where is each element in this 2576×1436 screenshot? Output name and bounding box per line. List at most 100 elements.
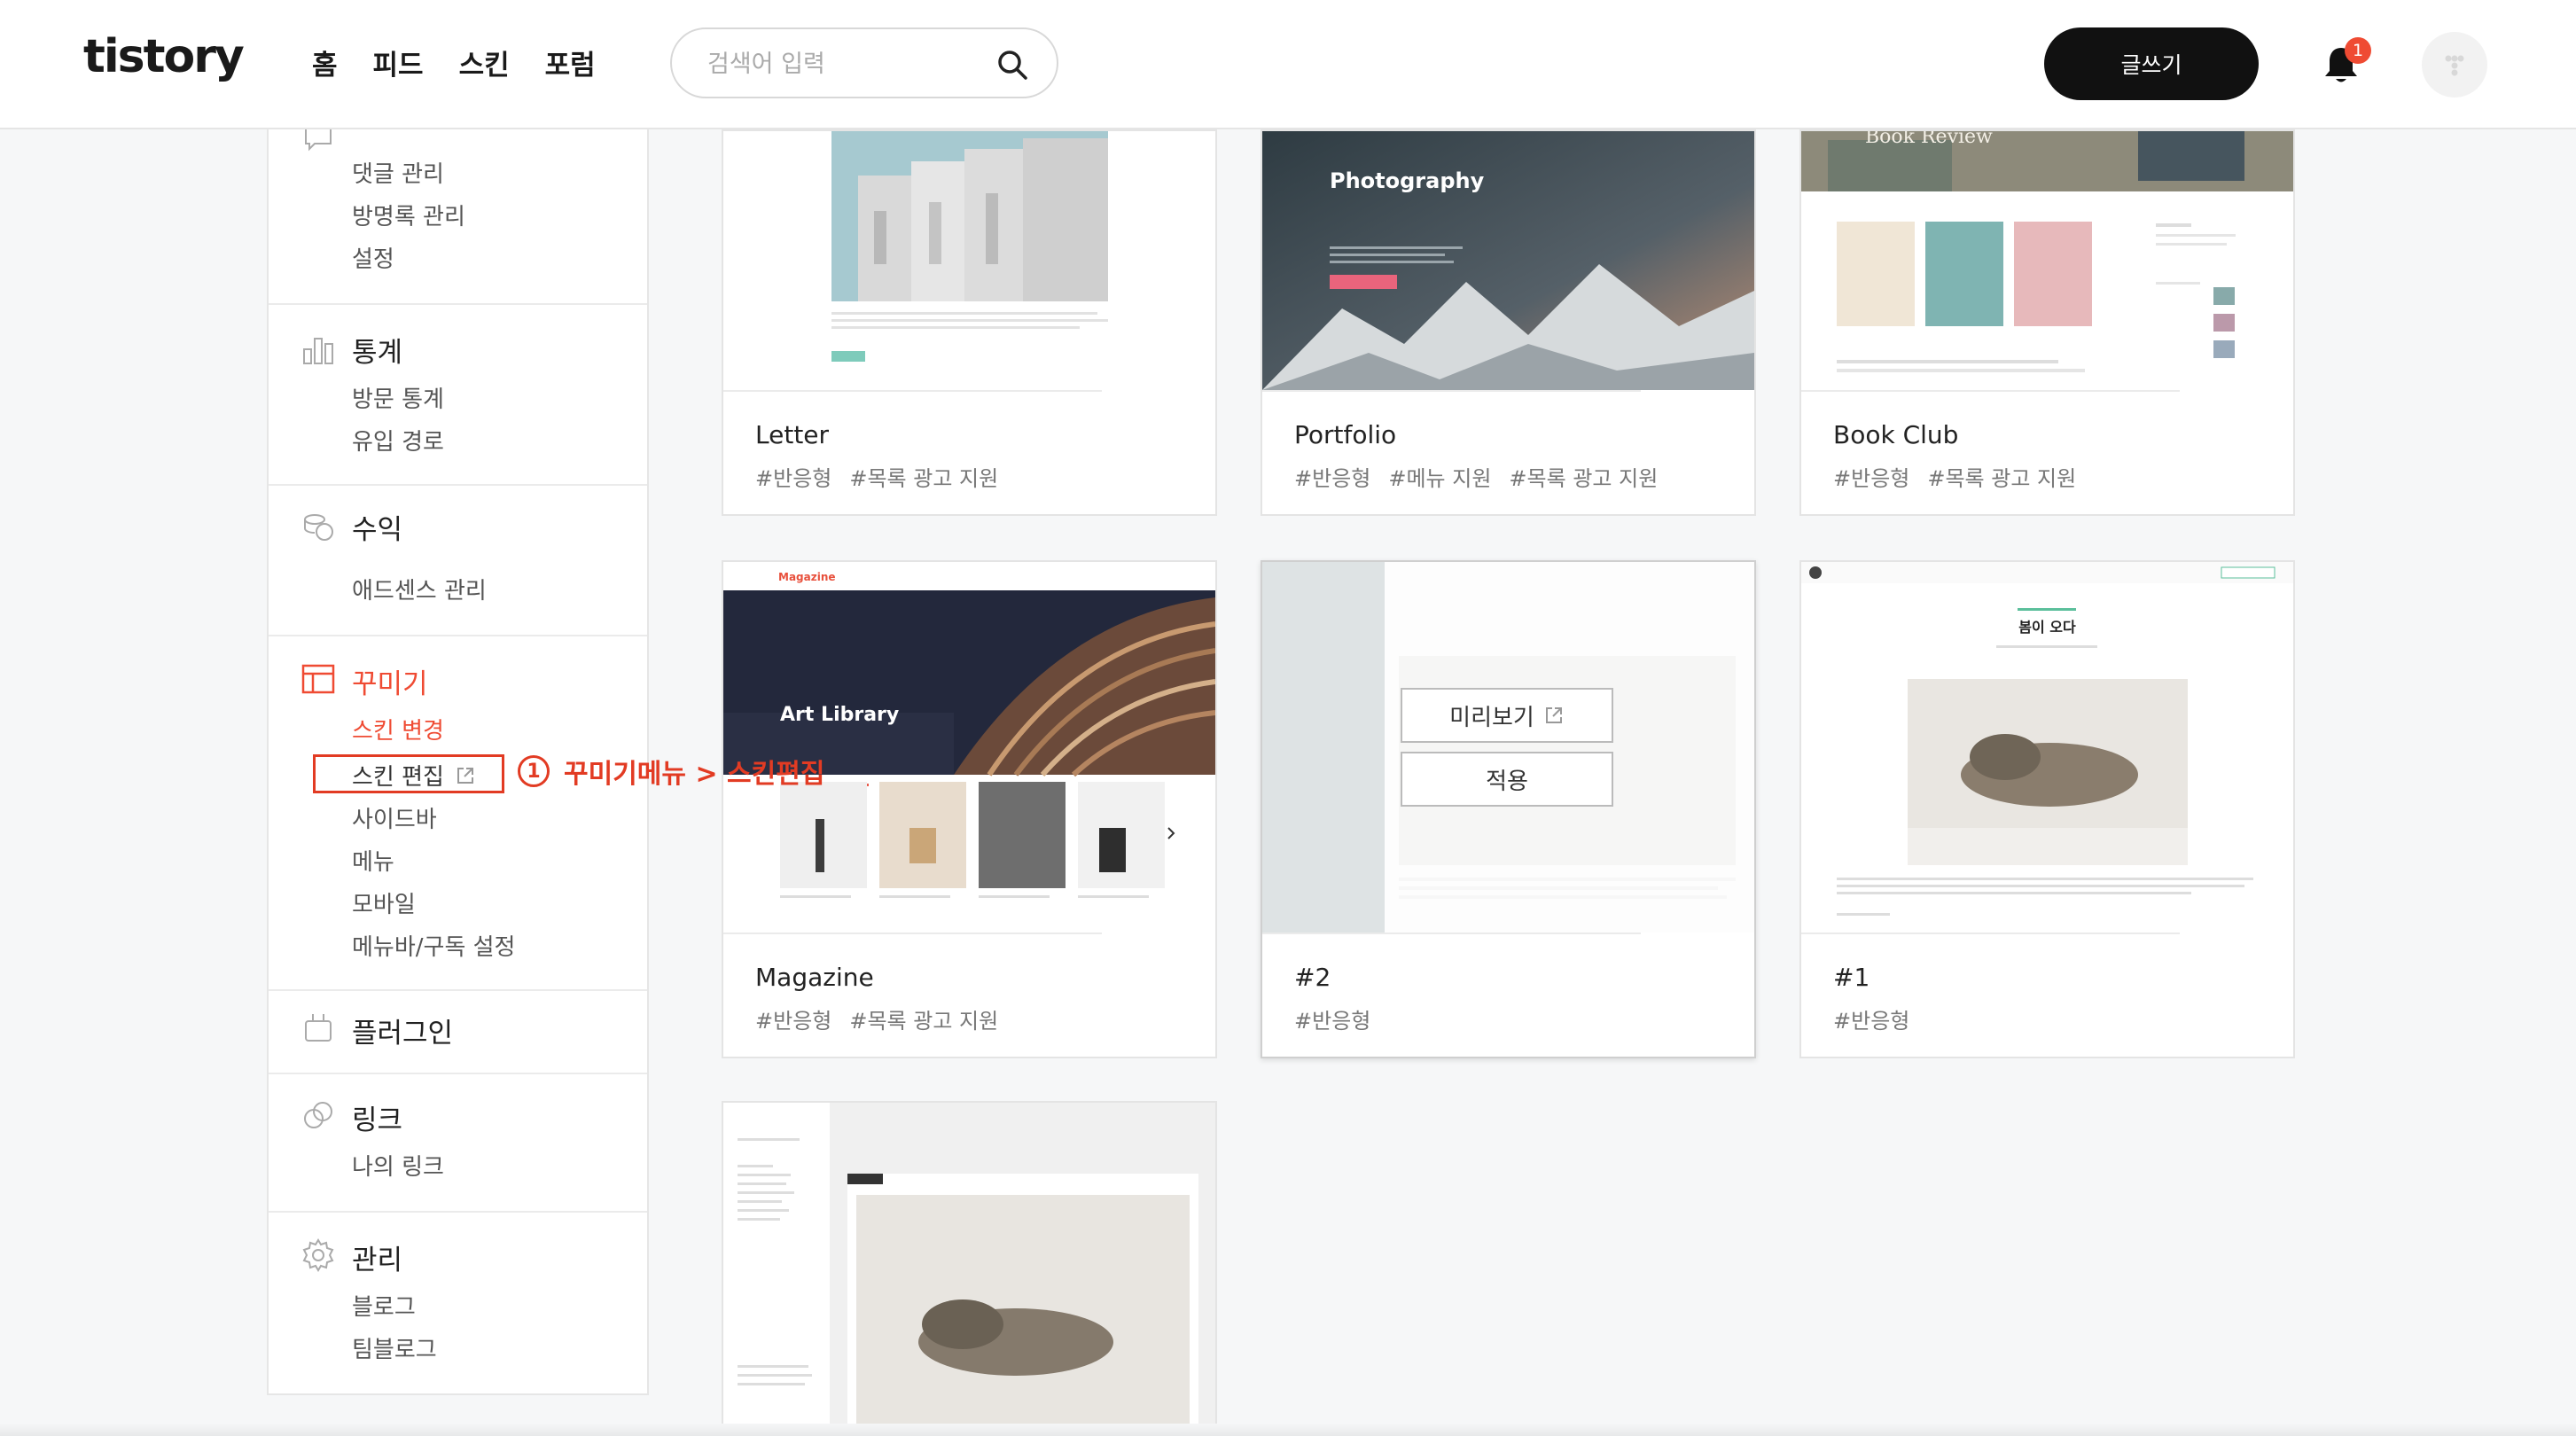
skin-card-2[interactable]: 미리보기 적용 #2 #반응형 [1261, 560, 1756, 1058]
nav-forum[interactable]: 포럼 [545, 43, 596, 82]
divider [269, 635, 647, 636]
skin-tag: #목록 광고 지원 [1927, 466, 2077, 491]
divider [1262, 390, 1641, 392]
skin-card-portfolio[interactable]: Photography Portfolio #반응형 #메뉴 지원 #목록 광고 지… [1261, 129, 1756, 516]
skin1-thumb-title: 봄이 오다 [2018, 619, 2076, 636]
divider [269, 484, 647, 486]
main-nav: 홈 피드 스킨 포럼 [312, 43, 596, 82]
skin-tag: #반응형 [1833, 1009, 1910, 1034]
skin-card-letter[interactable]: Letter #반응형 #목록 광고 지원 [722, 129, 1217, 516]
nav-skin[interactable]: 스킨 [459, 43, 510, 82]
skin-tags: #반응형 #목록 광고 지원 [755, 1003, 1016, 1034]
skin-edit-label: 스킨 편집 [352, 764, 444, 791]
skin-name: Magazine [755, 963, 874, 992]
top-header: tistory 홈 피드 스킨 포럼 글쓰기 1 [0, 0, 2576, 129]
skin-tags: #반응형 #목록 광고 지원 [1833, 461, 2094, 492]
sidebar-item-guestbook[interactable]: 방명록 관리 [352, 199, 465, 231]
write-button[interactable]: 글쓰기 [2044, 27, 2259, 100]
sidebar-item-settings[interactable]: 설정 [352, 241, 394, 274]
skin-tag: #반응형 [755, 1009, 832, 1034]
skin-tag: #반응형 [1294, 466, 1371, 491]
revenue-coin-icon [304, 514, 333, 541]
skin-tag: #반응형 [1294, 1009, 1371, 1034]
annotation-number: 1 [518, 755, 550, 787]
sidebar-item-skin-change[interactable]: 스킨 변경 [352, 713, 444, 745]
sidebar-group-plugin[interactable]: 플러그인 [352, 1011, 453, 1050]
avatar[interactable] [2422, 32, 2487, 98]
page-bottom-edge [0, 1424, 2576, 1436]
skin-tags: #반응형 [1833, 1003, 1927, 1034]
stats-chart-icon [303, 338, 333, 364]
sidebar-item-blog[interactable]: 블로그 [352, 1289, 416, 1322]
skin-thumbnail: Photography [1262, 131, 1754, 390]
skin-name: Portfolio [1294, 420, 1397, 449]
sidebar-group-stats[interactable]: 통계 [352, 330, 402, 370]
skin-thumbnail: Magazine Art Library [723, 562, 1215, 933]
sidebar-group-link[interactable]: 링크 [352, 1097, 402, 1137]
sidebar-item-comments[interactable]: 댓글 관리 [352, 156, 444, 189]
skin-thumbnail [1262, 562, 1754, 933]
sidebar-item-mobile[interactable]: 모바일 [352, 886, 416, 919]
annotation-text: 꾸미기메뉴 > 스킨편집 [564, 759, 825, 790]
apply-button[interactable]: 적용 [1401, 752, 1613, 807]
divider [269, 989, 647, 991]
magazine-thumb-brand: Magazine [778, 571, 836, 583]
skin-thumbnail [723, 1103, 1215, 1436]
plugin-icon [305, 1014, 332, 1042]
skin2-preview-image [1262, 562, 1754, 933]
skin-name: Letter [755, 420, 830, 449]
link-icon [304, 1102, 332, 1128]
nav-home[interactable]: 홈 [312, 43, 338, 82]
skin-card-1[interactable]: 봄이 오다 #1 #반응형 [1799, 560, 2295, 1058]
partial-preview-image [723, 1103, 1215, 1436]
external-link-icon [1545, 707, 1562, 723]
skin-tag: #반응형 [1833, 466, 1910, 491]
sidebar-item-visit-stats[interactable]: 방문 통계 [352, 381, 444, 414]
search-input[interactable] [707, 47, 973, 81]
search-icon[interactable] [995, 47, 1030, 82]
bookclub-thumb-title: Book Review [1865, 131, 1993, 148]
sidebar-group-revenue[interactable]: 수익 [352, 507, 402, 547]
skin-name: #2 [1294, 963, 1331, 992]
skin-tags: #반응형 #목록 광고 지원 [755, 461, 1016, 492]
nav-feed[interactable]: 피드 [373, 43, 424, 82]
sidebar-item-adsense[interactable]: 애드센스 관리 [352, 573, 487, 605]
sidebar-item-menu[interactable]: 메뉴 [352, 844, 394, 877]
sidebar-item-team-blog[interactable]: 팀블로그 [352, 1331, 437, 1364]
skin-thumbnail: Book Review [1801, 131, 2293, 390]
search-box [670, 27, 1058, 98]
skin-card-magazine[interactable]: Magazine Art Library Magazine #반응형 #목록 광고… [722, 560, 1217, 1058]
skin-thumbnail [723, 131, 1215, 390]
divider [269, 303, 647, 305]
skin-tag: #목록 광고 지원 [1509, 466, 1659, 491]
sidebar-group-manage[interactable]: 관리 [352, 1237, 402, 1277]
skin-tag: #목록 광고 지원 [849, 1009, 999, 1034]
skin-tags: #반응형 [1294, 1003, 1388, 1034]
divider [269, 1211, 647, 1213]
bookclub-preview-image [1801, 131, 2293, 372]
skin-card-bookclub[interactable]: Book Review Book Club #반응형 #목록 광고 지원 [1799, 129, 2295, 516]
sidebar-item-skin-edit[interactable]: 스킨 편집 [352, 759, 476, 792]
skin-tag: #반응형 [755, 466, 832, 491]
preview-button[interactable]: 미리보기 [1401, 688, 1613, 743]
skin-tag: #목록 광고 지원 [849, 466, 999, 491]
sidebar-group-customize[interactable]: 꾸미기 [352, 661, 428, 701]
divider [723, 390, 1102, 392]
skin-thumbnail: 봄이 오다 [1801, 562, 2293, 933]
skin-card-partial[interactable] [722, 1101, 1217, 1436]
sidebar-item-sidebar[interactable]: 사이드바 [352, 801, 437, 834]
gear-icon [302, 1238, 334, 1272]
sidebar-item-my-links[interactable]: 나의 링크 [352, 1149, 444, 1182]
skin-name: Book Club [1833, 420, 1959, 449]
magazine-thumb-title: Art Library [780, 704, 900, 726]
portfolio-thumb-title: Photography [1330, 168, 1485, 193]
letter-preview-image [831, 131, 1108, 362]
external-link-icon [457, 768, 474, 784]
magazine-preview-image [723, 590, 1215, 898]
sidebar-item-menubar-subscribe[interactable]: 메뉴바/구독 설정 [352, 929, 515, 962]
divider [723, 933, 1102, 934]
skin-tag: #메뉴 지원 [1388, 466, 1492, 491]
tistory-logo[interactable]: tistory [83, 30, 245, 83]
notification-badge: 1 [2345, 37, 2371, 64]
sidebar-item-referrer[interactable]: 유입 경로 [352, 424, 444, 457]
